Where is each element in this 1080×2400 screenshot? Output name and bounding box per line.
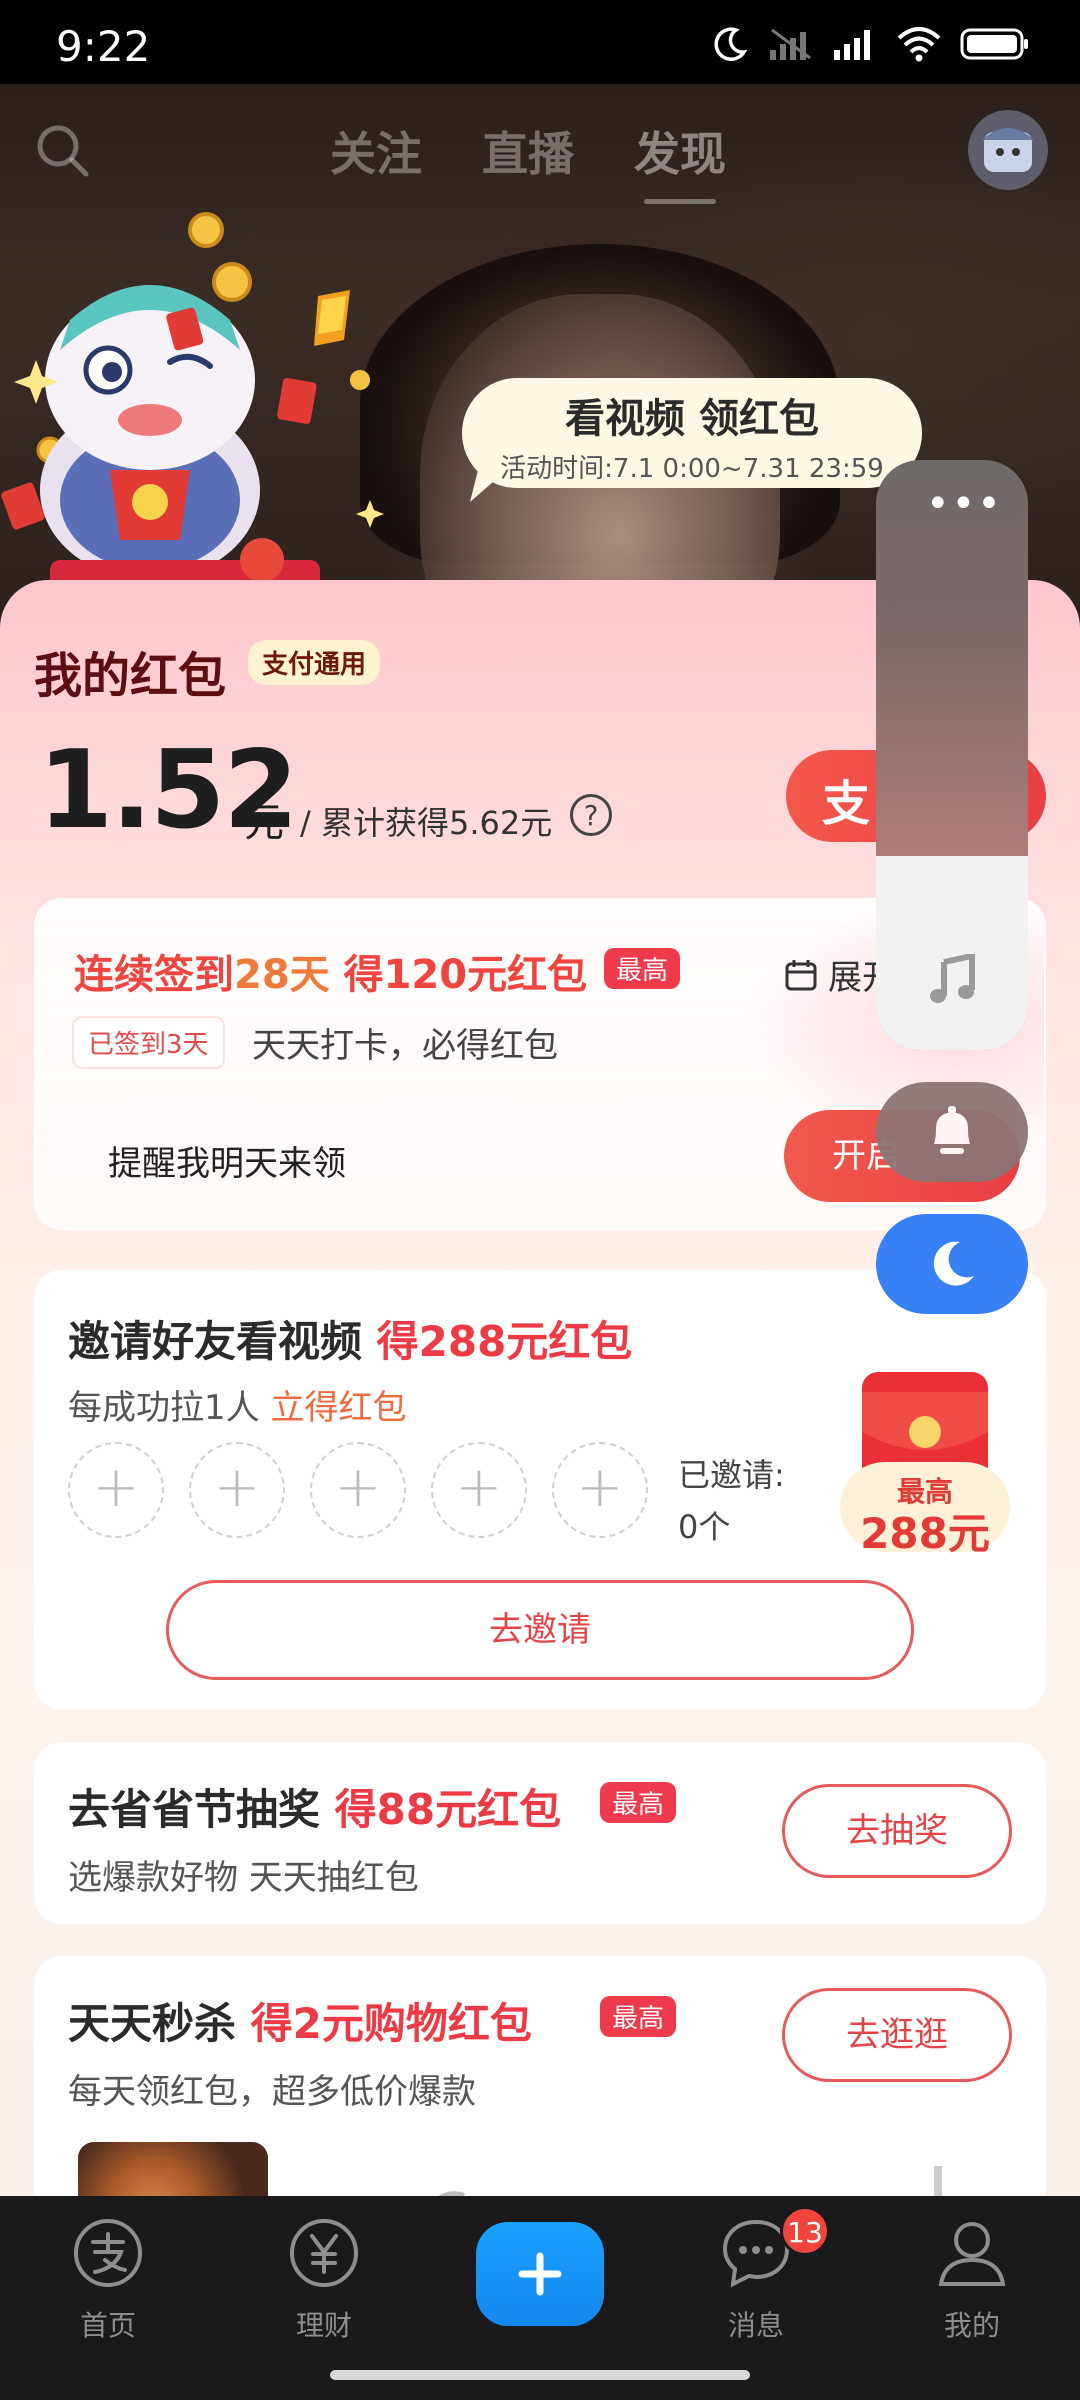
home-indicator[interactable] [330,2370,750,2380]
lottery-title: 去省省节抽奖 得88元红包 [68,1776,561,1837]
invite-slot-4[interactable]: + [431,1442,527,1538]
status-icons [710,24,1030,64]
volume-slider-track[interactable] [876,856,1028,1050]
browse-button[interactable]: 去逛逛 [782,1988,1012,2082]
promo-bubble[interactable]: 看视频 领红包 活动时间:7.1 0:00~7.31 23:59 [462,378,922,488]
tab-finance-label: 理财 [295,2309,352,2342]
lottery-card: 去省省节抽奖 得88元红包 最高 选爆款好物 天天抽红包 去抽奖 [34,1742,1046,1924]
payment-badge: 支付通用 [248,640,381,685]
invite-slot-1[interactable]: + [68,1442,164,1538]
person-icon [938,2222,1006,2286]
top-tabs: 关注 直播 发现 [330,118,726,204]
message-count-badge: 13 [780,2206,830,2256]
music-note-icon [930,954,975,1003]
flash-sale-card: 天天秒杀 得2元购物红包 最高 每天领红包，超多低价爆款 去逛逛 [34,1956,1046,2200]
lion-mascot-illustration [1,212,384,590]
signin-days-badge: 已签到3天 [72,1016,225,1069]
lottery-button[interactable]: 去抽奖 [782,1784,1012,1878]
invite-subtitle: 每成功拉1人 立得红包 [68,1380,406,1429]
wifi-icon [897,27,941,62]
ringer-toggle[interactable] [876,1082,1028,1182]
moon-icon [933,1241,974,1286]
invite-subtitle-highlight: 立得红包 [270,1388,407,1428]
red-envelope-illustration: 最高 288元 [840,1372,1010,1558]
yuan-icon [290,2219,358,2287]
envelope-amount: 288元 [860,1509,990,1558]
lottery-title-main: 去省省节抽奖 [68,1785,335,1834]
avatar[interactable] [968,110,1048,190]
promo-bubble-title: 看视频 领红包 [565,396,819,442]
tab-follow[interactable]: 关注 [330,118,422,184]
invited-label: 已邀请: [678,1456,785,1494]
product-thumbnail[interactable] [78,2142,268,2200]
lottery-title-reward: 得88元红包 [334,1785,562,1834]
status-bar: 9:22 [0,0,1080,84]
tab-profile-label: 我的 [943,2309,1000,2342]
tab-live[interactable]: 直播 [482,118,574,184]
tab-home[interactable]: 首页 [38,2216,178,2344]
bell-icon [934,1106,970,1154]
avatar-face-icon [982,128,1034,172]
signin-title-reward: 得120元红包 [329,952,588,998]
help-icon[interactable]: ? [570,794,612,836]
tab-profile[interactable]: 我的 [902,2216,1042,2344]
hot-badge: 最高 [604,948,681,989]
add-button[interactable] [476,2222,604,2326]
status-time: 9:22 [56,22,151,71]
tab-discover[interactable]: 发现 [634,118,726,204]
plus-icon [518,2252,562,2296]
invited-count: 0个 [678,1508,731,1546]
tab-finance[interactable]: 理财 [254,2216,394,2344]
flash-subtitle: 每天领红包，超多低价爆款 [68,2072,476,2112]
search-icon[interactable] [32,120,92,180]
hot-badge: 最高 [600,1996,677,2037]
balance-unit: 元 [244,800,284,846]
invite-title-main: 邀请好友看视频 [68,1317,377,1366]
promo-bubble-subtitle: 活动时间:7.1 0:00~7.31 23:59 [500,454,884,484]
battery-icon [960,28,1028,60]
dark-mode-toggle[interactable] [876,1214,1028,1314]
sheet-title: 我的红包 [34,648,227,704]
calendar-icon [785,959,817,990]
signin-title-main: 连续签到 [74,952,234,998]
hot-badge: 最高 [600,1782,677,1823]
invite-title: 邀请好友看视频 得288元红包 [68,1308,632,1369]
signal-icon [834,30,870,60]
invite-button[interactable]: 去邀请 [166,1580,914,1680]
signin-title-days: 28天 [234,952,330,998]
floating-control-panel[interactable]: ••• [876,460,1028,1050]
invite-subtitle-main: 每成功拉1人 [68,1388,271,1428]
flash-title-main: 天天秒杀 [68,1999,251,2048]
signin-description: 天天打卡，必得红包 [252,1026,558,1066]
flash-title: 天天秒杀 得2元购物红包 [68,1990,532,2051]
tab-messages-label: 消息 [727,2309,784,2342]
balance-total: / 累计获得5.62元 [300,804,553,842]
lottery-subtitle: 选爆款好物 天天抽红包 [68,1858,419,1898]
more-menu-icon[interactable]: ••• [926,484,1003,524]
alipay-icon: 支 [822,776,871,832]
signin-title: 连续签到28天 得120元红包 [74,942,587,1000]
invite-slot-2[interactable]: + [189,1442,285,1538]
invite-slot-3[interactable]: + [310,1442,406,1538]
flash-title-reward: 得2元购物红包 [250,1999,532,2048]
invite-card: 邀请好友看视频 得288元红包 每成功拉1人 立得红包 + + + + + 已邀… [34,1270,1046,1710]
invite-slot-5[interactable]: + [552,1442,648,1538]
tab-home-label: 首页 [79,2309,136,2342]
remind-text: 提醒我明天来领 [108,1144,346,1184]
do-not-disturb-moon-icon [714,27,748,61]
no-signal-icon [770,28,811,60]
invite-title-reward: 得288元红包 [376,1317,633,1366]
product-thumbnails-row[interactable] [394,2156,1034,2200]
alipay-icon [74,2219,142,2287]
